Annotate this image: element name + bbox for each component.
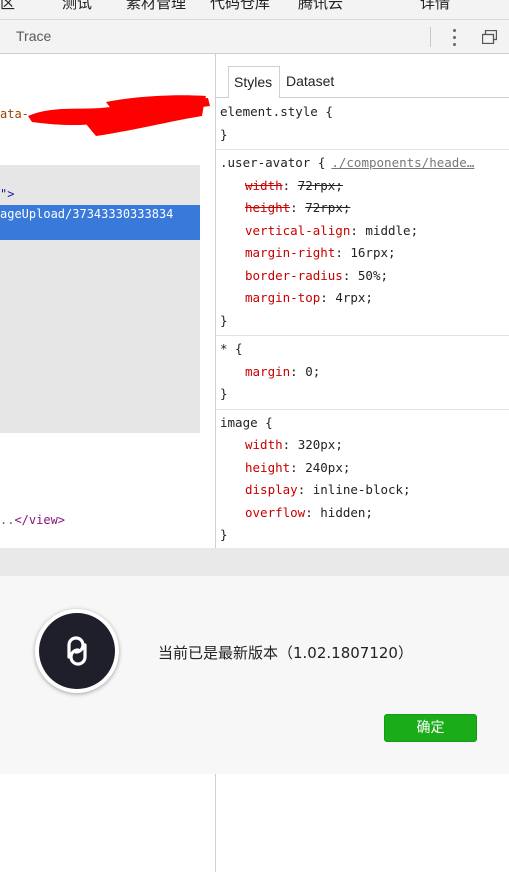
rule-close: } [220, 527, 228, 542]
style-declaration[interactable]: height: 72rpx; [220, 197, 509, 220]
top-nav-item[interactable]: 详情 [420, 0, 450, 13]
rule-selector[interactable]: .user-avator { [220, 155, 325, 170]
top-nav: 区 测试 素材管理 代码仓库 腾讯云 详情 [0, 0, 509, 20]
style-declaration[interactable]: width: 72rpx; [220, 175, 509, 198]
style-declaration[interactable]: margin-right: 16rpx; [220, 242, 509, 265]
devtools-toolbar: Trace [0, 20, 509, 54]
red-redaction-scribble [28, 95, 210, 136]
style-declaration[interactable]: margin: 0; [220, 361, 509, 384]
styles-pane: Styles Dataset element.style { } .user-a… [216, 54, 509, 548]
style-declaration[interactable]: border-radius: 50%; [220, 265, 509, 288]
undock-icon[interactable] [482, 30, 497, 44]
rule-source-link[interactable]: ./components/heade… [331, 155, 474, 170]
style-declaration[interactable]: overflow: hidden; [220, 502, 509, 525]
mini-program-logo-icon [35, 609, 119, 693]
style-declaration[interactable]: display: inline-block; [220, 479, 509, 502]
update-message: 当前已是最新版本（1.02.1807120） [158, 644, 413, 662]
tab-trace[interactable]: Trace [16, 28, 51, 44]
rule-selector[interactable]: * { [220, 341, 243, 356]
top-nav-item[interactable]: 代码仓库 [210, 0, 270, 13]
devtools-window: 区 测试 素材管理 代码仓库 腾讯云 详情 Trace ata- "> ageU… [0, 0, 509, 872]
style-declaration[interactable]: vertical-align: middle; [220, 220, 509, 243]
top-nav-item[interactable]: 区 [0, 0, 15, 13]
styles-tabbar: Styles Dataset [216, 54, 509, 98]
dialog-top-band [0, 548, 509, 576]
update-dialog: 当前已是最新版本（1.02.1807120） 确定 [0, 576, 509, 774]
confirm-button[interactable]: 确定 [384, 714, 477, 742]
style-rule: image { width: 320px; height: 240px; dis… [216, 410, 509, 549]
style-rules: element.style { } .user-avator { ./compon… [216, 99, 509, 548]
tab-dataset[interactable]: Dataset [286, 73, 334, 89]
style-rule: * { margin: 0; } [216, 336, 509, 410]
style-rule: .user-avator { ./components/heade… width:… [216, 150, 509, 336]
rule-selector[interactable]: image { [220, 415, 273, 430]
rule-close: } [220, 386, 228, 401]
rule-close: } [220, 312, 228, 328]
view-close-tag[interactable]: ..</view> [0, 513, 65, 527]
selected-node-text[interactable]: ageUpload/37343330333834 [0, 207, 173, 221]
top-nav-item[interactable]: 腾讯云 [298, 0, 343, 13]
style-declaration[interactable]: width: 320px; [220, 434, 509, 457]
toolbar-divider [430, 27, 431, 47]
rule-selector[interactable]: element.style { [220, 104, 333, 119]
rule-close: } [220, 126, 228, 142]
kebab-menu-icon[interactable] [446, 27, 462, 47]
attribute-quote-fragment[interactable]: "> [0, 187, 14, 201]
elements-pane: ata- "> ageUpload/37343330333834 ..</vie… [0, 54, 215, 548]
attribute-fragment[interactable]: ata- [0, 107, 29, 121]
style-declaration[interactable]: margin-top: 4rpx; [220, 287, 509, 310]
top-nav-item[interactable]: 测试 [62, 0, 92, 13]
style-rule: element.style { } [216, 99, 509, 150]
style-declaration[interactable]: height: 240px; [220, 457, 509, 480]
tab-styles[interactable]: Styles [228, 66, 280, 98]
top-nav-item[interactable]: 素材管理 [126, 0, 186, 13]
